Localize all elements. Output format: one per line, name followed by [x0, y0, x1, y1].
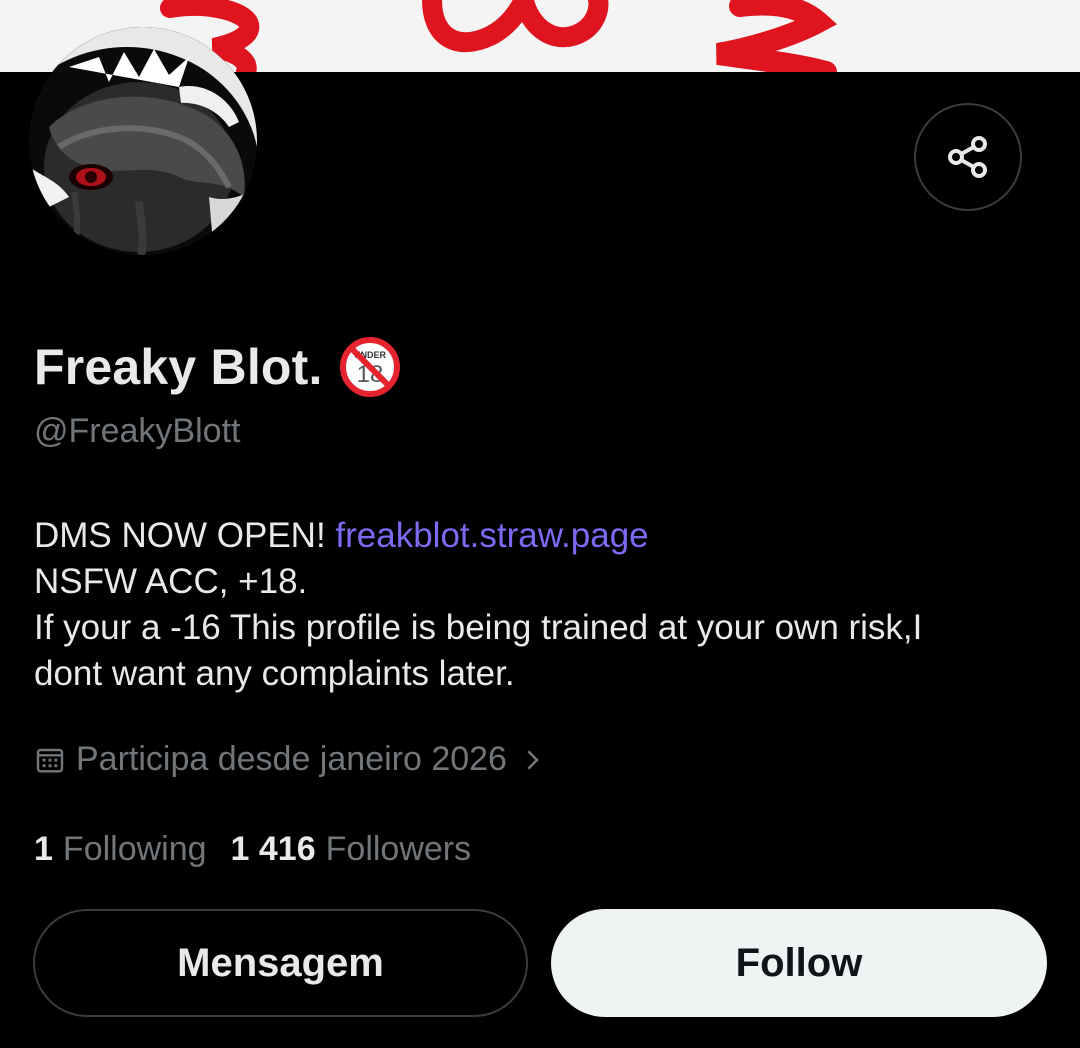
bio-line-3: If your a -16 This profile is being trai… — [34, 608, 923, 647]
no-under-18-icon: UNDER 18 — [339, 337, 400, 397]
bio-line-1: DMS NOW OPEN! freakblot.straw.page — [34, 513, 1044, 559]
profile-handle: @FreakyBlott — [34, 412, 241, 450]
followers-count: 1 416 — [230, 830, 316, 868]
follow-button-label: Follow — [735, 940, 863, 985]
follow-button[interactable]: Follow — [551, 909, 1047, 1017]
following-count: 1 — [34, 830, 53, 868]
share-icon — [948, 136, 987, 178]
avatar[interactable] — [29, 27, 257, 255]
chevron-right-icon — [527, 749, 539, 770]
message-button[interactable]: Mensagem — [33, 909, 528, 1017]
joined-text: Participa desde janeiro 2026 — [76, 740, 507, 778]
profile-bio: DMS NOW OPEN! freakblot.straw.page NSFW … — [34, 513, 1044, 697]
followers-label: Followers — [325, 830, 472, 868]
bio-line-4: dont want any complaints later. — [34, 654, 515, 693]
message-button-label: Mensagem — [177, 940, 384, 985]
following-label: Following — [62, 830, 207, 868]
bio-link[interactable]: freakblot.straw.page — [335, 516, 648, 555]
profile-stats: 1 Following 1 416 Followers — [34, 830, 471, 869]
followers-link[interactable]: 1 416 Followers — [231, 830, 472, 869]
joined-date[interactable]: Participa desde janeiro 2026 — [34, 740, 547, 779]
profile-name-row: Freaky Blot. UNDER 18 — [34, 336, 401, 398]
bio-line-1-text: DMS NOW OPEN! — [34, 516, 336, 555]
share-button[interactable] — [914, 103, 1022, 211]
bio-line-2: NSFW ACC, +18. — [34, 562, 308, 601]
following-link[interactable]: 1 Following — [34, 830, 207, 869]
calendar-icon — [36, 748, 64, 773]
display-name: Freaky Blot. — [34, 339, 323, 395]
avatar-image — [29, 27, 257, 255]
